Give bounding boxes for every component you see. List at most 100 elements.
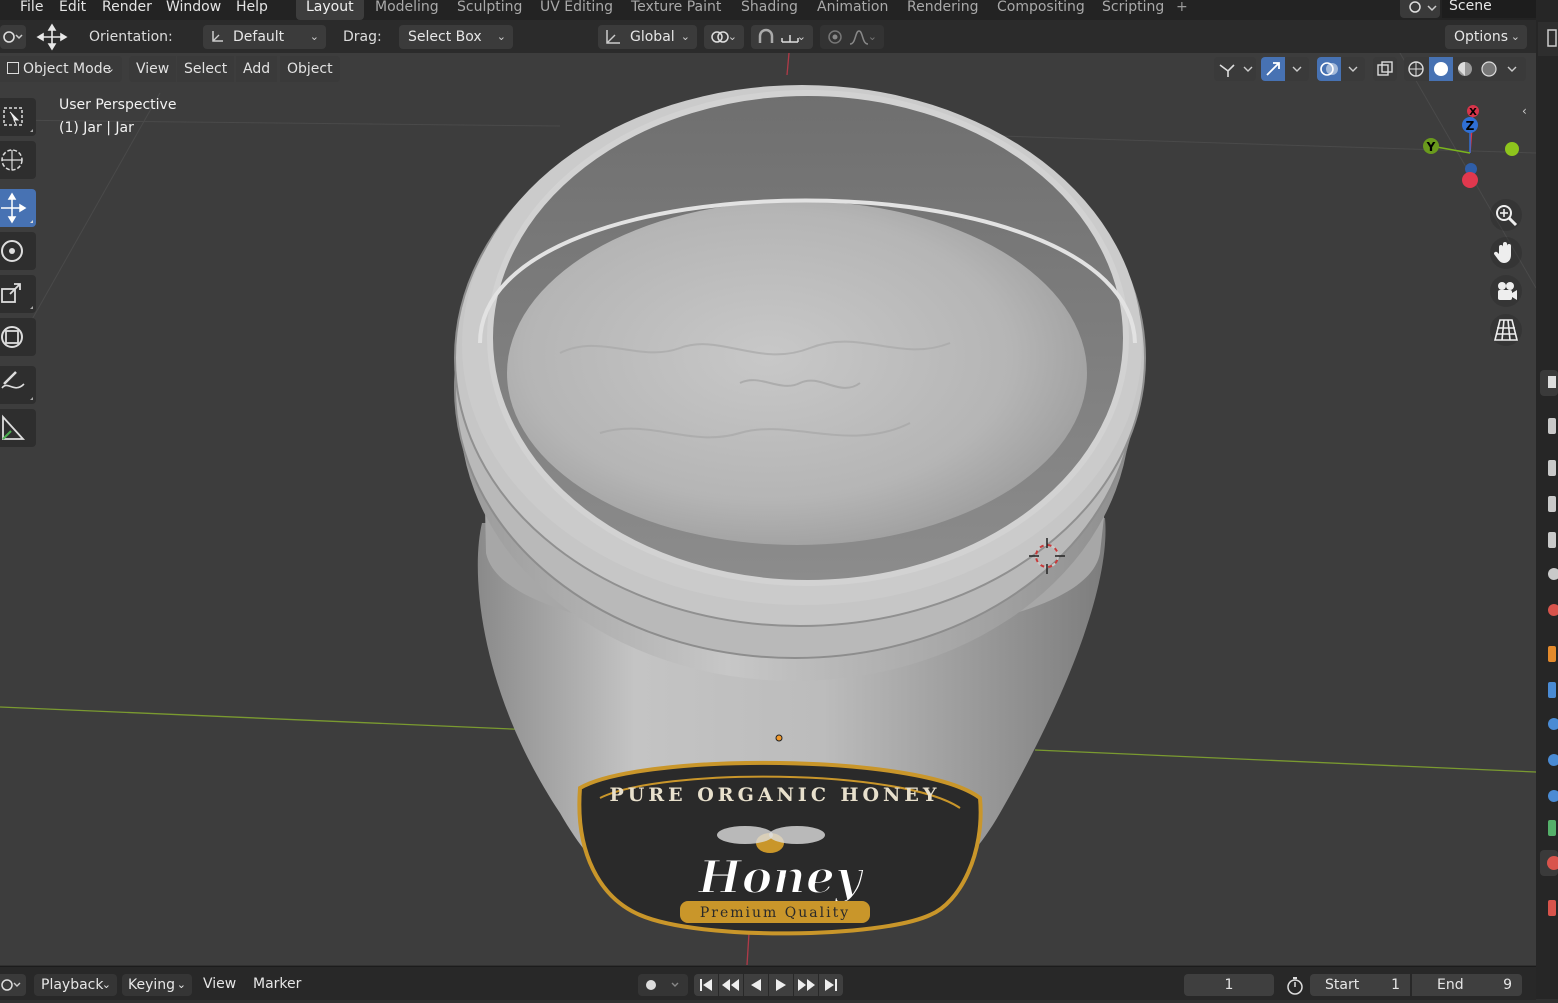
tab-texture-paint[interactable]: Texture Paint	[621, 0, 731, 20]
start-frame-field[interactable]: Start 1	[1310, 974, 1410, 996]
menu-render[interactable]: Render	[102, 0, 152, 20]
x-axis-line	[1034, 749, 1536, 773]
gizmo-neg-x-handle[interactable]	[1462, 172, 1478, 188]
ortho-toggle-button[interactable]	[1490, 314, 1522, 346]
tab-scripting[interactable]: Scripting	[1092, 0, 1174, 20]
measure-ruler-icon	[2, 414, 26, 440]
zoom-button[interactable]	[1490, 199, 1522, 231]
jump-start-icon	[700, 979, 712, 991]
orientation-value: Default	[233, 29, 285, 45]
tab-layout[interactable]: Layout	[296, 0, 364, 20]
transform-orientation-icon	[606, 30, 620, 44]
jump-start-button[interactable]	[694, 974, 718, 996]
label-main-text: Honey	[696, 850, 865, 904]
pivot-point-dropdown[interactable]: ⌄	[704, 25, 744, 49]
mode-dropdown[interactable]: Object Mode ⌄	[0, 56, 122, 82]
orientation-dropdown[interactable]: Default ⌄	[203, 25, 326, 49]
select-box-tool[interactable]	[0, 98, 36, 136]
gizmo-neg-y-handle[interactable]	[1505, 142, 1519, 156]
object-menu[interactable]: Object	[280, 56, 340, 82]
rotate-tool[interactable]	[0, 232, 36, 270]
select-menu[interactable]: Select	[177, 56, 235, 82]
selectability-dropdown[interactable]	[1214, 57, 1256, 81]
scene-selector-button[interactable]	[1400, 0, 1440, 18]
proportional-editing-icon	[828, 30, 842, 44]
overlays-icon	[1320, 62, 1358, 76]
annotate-pencil-icon	[1, 371, 33, 400]
play-reverse-button[interactable]	[744, 974, 768, 996]
editor-type-button[interactable]	[0, 25, 26, 49]
end-frame-field[interactable]: End 9	[1412, 974, 1522, 996]
editor-type-icon	[3, 31, 23, 43]
drag-dropdown[interactable]: Select Box ⌄	[399, 25, 513, 49]
prev-keyframe-button[interactable]	[719, 974, 743, 996]
y-axis-line	[746, 932, 750, 965]
tab-animation[interactable]: Animation	[807, 0, 898, 20]
chevron-down-icon: ⌄	[309, 30, 319, 43]
scene-icon	[1409, 1, 1437, 13]
end-frame-label: End	[1437, 977, 1464, 993]
cursor-tool[interactable]	[0, 141, 36, 179]
camera-icon	[1498, 282, 1517, 300]
pan-button[interactable]	[1490, 237, 1522, 269]
viewport-perspective-label: User Perspective	[59, 97, 177, 113]
overlays-toggle[interactable]	[1317, 57, 1365, 81]
next-keyframe-button[interactable]	[794, 974, 818, 996]
sidebar-toggle-arrow-icon[interactable]: ‹	[1522, 104, 1534, 120]
scene-name-field[interactable]: Scene	[1442, 0, 1536, 18]
chevron-down-icon: ⌄	[680, 30, 690, 43]
tab-shading[interactable]: Shading	[731, 0, 808, 20]
proportional-editing-group[interactable]: ⌄	[820, 25, 884, 49]
menu-file[interactable]: File	[20, 0, 43, 20]
gizmo-y-label: Y	[1426, 140, 1436, 154]
annotate-tool[interactable]	[0, 366, 36, 404]
snap-group[interactable]: ⌄	[751, 25, 813, 49]
scale-tool[interactable]	[0, 275, 36, 313]
timeline-header: Playback ⌄ Keying ⌄ View Marker 1 Start …	[0, 966, 1536, 1000]
menu-help[interactable]: Help	[236, 0, 268, 20]
transform-orientation-dropdown[interactable]: Global ⌄	[598, 25, 697, 49]
play-icon	[776, 979, 786, 991]
chevron-down-icon: ⌄	[101, 978, 111, 991]
gizmo-arrow-icon	[1266, 62, 1302, 76]
transform-orientation-value: Global	[630, 29, 675, 45]
tab-uv-editing[interactable]: UV Editing	[530, 0, 623, 20]
tab-modeling[interactable]: Modeling	[365, 0, 449, 20]
gizmo-z-label: Z	[1466, 119, 1475, 133]
camera-view-button[interactable]	[1490, 275, 1522, 307]
timeline-editor-type-button[interactable]	[0, 974, 26, 996]
timeline-marker-menu[interactable]: Marker	[253, 976, 301, 992]
view-menu[interactable]: View	[129, 56, 177, 82]
measure-tool[interactable]	[0, 409, 36, 447]
chevron-down-icon: ⌄	[496, 30, 506, 43]
current-frame-field[interactable]: 1	[1184, 974, 1274, 996]
add-workspace-button[interactable]: +	[1176, 0, 1188, 20]
options-dropdown[interactable]: Options ⌄	[1445, 25, 1527, 49]
tab-compositing[interactable]: Compositing	[987, 0, 1095, 20]
viewport-scene: PURE ORGANIC HONEY Honey Premium Quality	[0, 53, 1536, 965]
tab-sculpting[interactable]: Sculpting	[447, 0, 532, 20]
add-menu[interactable]: Add	[236, 56, 278, 82]
top-menu-bar: File Edit Render Window Help Layout Mode…	[0, 0, 1558, 20]
x-axis-line	[0, 706, 536, 731]
menu-window[interactable]: Window	[166, 0, 221, 20]
use-preview-range-toggle[interactable]	[1284, 976, 1306, 996]
playback-menu[interactable]: Playback ⌄	[34, 974, 117, 996]
label-top-text: PURE ORGANIC HONEY	[610, 784, 941, 806]
play-button[interactable]	[769, 974, 793, 996]
jump-end-button[interactable]	[819, 974, 843, 996]
scene-name: Scene	[1449, 0, 1492, 14]
gizmo-toggle[interactable]	[1261, 57, 1309, 81]
xray-toggle[interactable]	[1373, 57, 1397, 81]
shading-modes-icons	[1408, 57, 1517, 81]
orientation-label: Orientation:	[89, 29, 173, 45]
shading-mode-group[interactable]	[1404, 57, 1526, 81]
tab-rendering[interactable]: Rendering	[897, 0, 989, 20]
timeline-view-menu[interactable]: View	[203, 976, 236, 992]
keying-menu[interactable]: Keying ⌄	[122, 974, 192, 996]
move-tool[interactable]	[0, 189, 36, 227]
auto-keying-toggle[interactable]	[638, 974, 688, 996]
transform-tool[interactable]	[0, 318, 36, 356]
menu-edit[interactable]: Edit	[59, 0, 86, 20]
3d-viewport[interactable]: PURE ORGANIC HONEY Honey Premium Quality	[0, 53, 1536, 965]
